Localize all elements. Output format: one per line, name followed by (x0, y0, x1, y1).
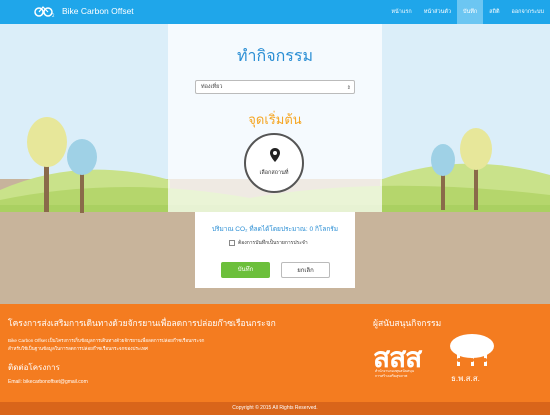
thaihealth-logo[interactable]: สสส สำนักงานกองทุนสนับสนุน การสร้างเสริม… (373, 332, 441, 388)
select-arrows-icon: ⇕ (346, 85, 351, 91)
map-pin-icon (270, 148, 280, 162)
pick-location-label: เลือกสถานที่ (259, 170, 289, 176)
tree-right-1-icon (431, 144, 455, 210)
footer-description-2: สำหรับใช้เป็นฐานข้อมูลในการลดการปล่อยก๊า… (8, 346, 148, 351)
bike-co2-logo-icon: 2 (34, 6, 55, 18)
footer-contact-title: ติดต่อโครงการ (8, 363, 60, 372)
top-navbar: 2 Bike Carbon Offset หน้าแรก หน้าส่วนตัว… (0, 0, 550, 24)
svg-text:2: 2 (52, 13, 55, 18)
nav-item-record[interactable]: บันทึก (457, 0, 484, 24)
footer-email[interactable]: Email: bikecarbonoffset@gmail.com (8, 379, 88, 385)
footer-description-1: Bike Carbon Offset เป็นโครงการเก็บข้อมูล… (8, 338, 205, 343)
nav-item-logout[interactable]: ออกจากระบบ (506, 0, 550, 24)
nav-item-home[interactable]: หน้าแรก (385, 0, 417, 24)
start-point-title: จุดเริ่มต้น (248, 112, 302, 127)
save-button[interactable]: บันทึก (221, 262, 270, 278)
footer-project-title: โครงการส่งเสริมการเดินทางด้วยจักรยานเพื่… (8, 318, 276, 328)
copyright-bar: Copyright © 2015 All Rights Reserved. (0, 402, 550, 415)
nav-item-stats[interactable]: สถิติ (483, 0, 505, 24)
recurring-label: ต้องการบันทึกเป็นรายการประจำ (238, 240, 308, 246)
co2-estimate-text: ปริมาณ CO₂ ที่ลดได้โดยประมาณ: 0 กิโลกรัม (211, 226, 339, 233)
footer: โครงการส่งเสริมการเดินทางด้วยจักรยานเพื่… (0, 304, 550, 402)
recurring-option[interactable]: ต้องการบันทึกเป็นรายการประจำ (229, 239, 308, 247)
nav-item-profile[interactable]: หน้าส่วนตัว (418, 0, 457, 24)
tree-people-logo-icon (450, 334, 494, 366)
partner-org-logo[interactable]: ธ.พ.ส.ส. (447, 332, 497, 388)
tree-left-2-icon (67, 139, 97, 213)
activity-type-select[interactable]: ท่องเที่ยว ⇕ (195, 80, 355, 94)
nav-menu: หน้าแรก หน้าส่วนตัว บันทึก สถิติ ออกจากร… (385, 0, 550, 24)
recurring-checkbox[interactable] (229, 240, 235, 246)
partner-org-text: ธ.พ.ส.ส. (451, 374, 480, 383)
cancel-button[interactable]: ยกเลิก (281, 262, 330, 278)
brand[interactable]: 2 Bike Carbon Offset (34, 4, 134, 18)
tree-right-2-icon (460, 128, 492, 210)
brand-name: Bike Carbon Offset (62, 6, 134, 16)
footer-support-title: ผู้สนับสนุนกิจกรรม (373, 318, 442, 328)
thaihealth-logo-sub-2: การสร้างเสริมสุขภาพ (375, 374, 408, 378)
pick-location-button[interactable]: เลือกสถานที่ (244, 133, 304, 193)
page-title: ทำกิจกรรม (236, 48, 313, 65)
activity-type-value: ท่องเที่ยว (201, 84, 223, 90)
